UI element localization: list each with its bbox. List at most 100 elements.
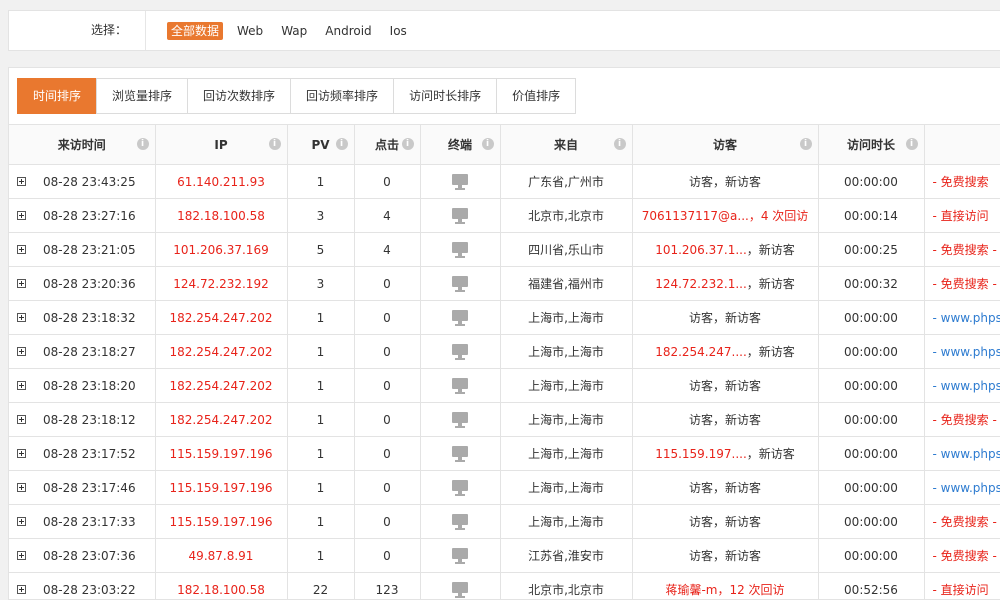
column-header-1[interactable]: IP i xyxy=(155,124,288,165)
table-row[interactable]: 08-28 23:20:36 124.72.232.192 3 0 福建省,福州市 124… xyxy=(9,266,1000,301)
info-icon[interactable]: i xyxy=(335,138,348,150)
sort-tab-5[interactable]: 价值排序 xyxy=(496,78,577,114)
sort-tab-4[interactable]: 访问时长排序 xyxy=(393,78,498,114)
ip-cell[interactable]: 182.254.247.202 xyxy=(155,300,288,335)
visitor-id-link[interactable]: 182.254.247.... xyxy=(655,345,747,359)
column-header-0[interactable]: 来访时间 i xyxy=(9,124,156,165)
info-icon[interactable]: i xyxy=(905,138,918,150)
source-link[interactable]: - www.phps xyxy=(924,470,1000,505)
sort-tab-2[interactable]: 回访次数排序 xyxy=(187,78,292,114)
plus-square-icon[interactable] xyxy=(17,244,26,254)
visitor-cell[interactable]: 访客，新访客 xyxy=(632,504,819,539)
table-row[interactable]: 08-28 23:18:12 182.254.247.202 1 0 上海市,上海市 访客… xyxy=(9,402,1000,437)
plus-square-icon[interactable] xyxy=(17,516,26,526)
table-row[interactable]: 08-28 23:17:46 115.159.197.196 1 0 上海市,上海市 访客… xyxy=(9,470,1000,505)
table-row[interactable]: 08-28 23:07:36 49.87.8.91 1 0 江苏省,淮安市 访客，新访客 0… xyxy=(9,538,1000,573)
info-icon[interactable]: i xyxy=(799,138,812,150)
plus-square-icon[interactable] xyxy=(17,584,26,594)
ip-cell[interactable]: 115.159.197.196 xyxy=(155,436,288,471)
plus-square-icon[interactable] xyxy=(17,550,26,560)
visitor-cell[interactable]: 访客，新访客 xyxy=(632,368,819,403)
source-link[interactable]: - 直接访问 xyxy=(924,198,1000,233)
source-link[interactable]: - 免费搜索 - xyxy=(924,538,1000,573)
visitor-id-link[interactable]: 蒋瑜馨-m，12 次回访 xyxy=(665,583,784,597)
monitor-base xyxy=(455,357,465,360)
column-header-3[interactable]: 点击 i xyxy=(354,124,421,165)
filter-option-1[interactable]: Web xyxy=(233,22,267,40)
visitor-id-link[interactable]: 101.206.37.1... xyxy=(655,243,747,257)
visitor-cell[interactable]: 115.159.197....，新访客 xyxy=(632,436,819,471)
ip-cell[interactable]: 115.159.197.196 xyxy=(155,504,288,539)
source-link[interactable]: - 免费搜索 - xyxy=(924,266,1000,301)
table-header-row: 来访时间 i IP i PV i 点击 i 终端 i 来自 i 访客 i 访问时长 i xyxy=(9,124,1000,165)
visitor-cell[interactable]: 124.72.232.1...，新访客 xyxy=(632,266,819,301)
sort-tab-3[interactable]: 回访频率排序 xyxy=(290,78,395,114)
source-link[interactable]: - 免费搜索 - xyxy=(924,232,1000,267)
visitor-id-link[interactable]: 115.159.197.... xyxy=(655,447,747,461)
source-link[interactable]: - 直接访问 xyxy=(924,572,1000,599)
source-link[interactable]: - www.phps xyxy=(924,368,1000,403)
visitor-cell[interactable]: 访客，新访客 xyxy=(632,300,819,335)
source-link[interactable]: - 免费搜索 xyxy=(924,164,1000,199)
plus-square-icon[interactable] xyxy=(17,380,26,390)
ip-cell[interactable]: 182.254.247.202 xyxy=(155,334,288,369)
column-header-5[interactable]: 来自 i xyxy=(500,124,633,165)
ip-cell[interactable]: 124.72.232.192 xyxy=(155,266,288,301)
visitor-cell[interactable]: 蒋瑜馨-m，12 次回访 xyxy=(632,572,819,599)
visitor-cell[interactable]: 7061137117@a...，4 次回访 xyxy=(632,198,819,233)
table-row[interactable]: 08-28 23:17:52 115.159.197.196 1 0 上海市,上海市 11… xyxy=(9,436,1000,471)
plus-square-icon[interactable] xyxy=(17,448,26,458)
table-row[interactable]: 08-28 23:21:05 101.206.37.169 5 4 四川省,乐山市 101… xyxy=(9,232,1000,267)
visitor-cell[interactable]: 访客，新访客 xyxy=(632,538,819,573)
column-header-4[interactable]: 终端 i xyxy=(420,124,501,165)
sort-tab-1[interactable]: 浏览量排序 xyxy=(96,78,189,114)
plus-square-icon[interactable] xyxy=(17,210,26,220)
plus-square-icon[interactable] xyxy=(17,346,26,356)
source-link[interactable]: - www.phps xyxy=(924,334,1000,369)
ip-cell[interactable]: 182.254.247.202 xyxy=(155,368,288,403)
sort-tab-0[interactable]: 时间排序 xyxy=(17,78,98,114)
info-icon[interactable]: i xyxy=(481,138,494,150)
plus-square-icon[interactable] xyxy=(17,482,26,492)
ip-cell[interactable]: 101.206.37.169 xyxy=(155,232,288,267)
visitor-cell[interactable]: 访客，新访客 xyxy=(632,164,819,199)
column-header-6[interactable]: 访客 i xyxy=(632,124,819,165)
info-icon[interactable]: i xyxy=(268,138,281,150)
table-row[interactable]: 08-28 23:18:32 182.254.247.202 1 0 上海市,上海市 访客… xyxy=(9,300,1000,335)
ip-cell[interactable]: 182.18.100.58 xyxy=(155,198,288,233)
table-row[interactable]: 08-28 23:27:16 182.18.100.58 3 4 北京市,北京市 7061… xyxy=(9,198,1000,233)
visitor-cell[interactable]: 访客，新访客 xyxy=(632,402,819,437)
ip-cell[interactable]: 115.159.197.196 xyxy=(155,470,288,505)
visitor-id-link[interactable]: 7061137117@a...，4 次回访 xyxy=(642,209,809,223)
plus-square-icon[interactable] xyxy=(17,312,26,322)
visitor-id-link[interactable]: 124.72.232.1... xyxy=(655,277,747,291)
ip-cell[interactable]: 182.18.100.58 xyxy=(155,572,288,599)
plus-square-icon[interactable] xyxy=(17,414,26,424)
filter-option-0[interactable]: 全部数据 xyxy=(167,22,224,40)
source-link[interactable]: - www.phps xyxy=(924,436,1000,471)
visitor-cell[interactable]: 101.206.37.1...，新访客 xyxy=(632,232,819,267)
visitor-cell[interactable]: 访客，新访客 xyxy=(632,470,819,505)
source-link[interactable]: - www.phps xyxy=(924,300,1000,335)
filter-option-2[interactable]: Wap xyxy=(277,22,311,40)
column-header-7[interactable]: 访问时长 i xyxy=(818,124,925,165)
filter-option-4[interactable]: Ios xyxy=(386,22,411,40)
table-row[interactable]: 08-28 23:03:22 182.18.100.58 22 123 北京市,北京市 蒋… xyxy=(9,572,1000,599)
table-row[interactable]: 08-28 23:18:20 182.254.247.202 1 0 上海市,上海市 访客… xyxy=(9,368,1000,403)
column-header-2[interactable]: PV i xyxy=(287,124,355,165)
table-row[interactable]: 08-28 23:43:25 61.140.211.93 1 0 广东省,广州市 访客，新… xyxy=(9,164,1000,199)
plus-square-icon[interactable] xyxy=(17,176,26,186)
source-link[interactable]: - 免费搜索 - xyxy=(924,504,1000,539)
filter-option-3[interactable]: Android xyxy=(321,22,375,40)
visitor-cell[interactable]: 182.254.247....，新访客 xyxy=(632,334,819,369)
info-icon[interactable]: i xyxy=(136,138,149,150)
table-row[interactable]: 08-28 23:17:33 115.159.197.196 1 0 上海市,上海市 访客… xyxy=(9,504,1000,539)
ip-cell[interactable]: 182.254.247.202 xyxy=(155,402,288,437)
table-row[interactable]: 08-28 23:18:27 182.254.247.202 1 0 上海市,上海市 18… xyxy=(9,334,1000,369)
plus-square-icon[interactable] xyxy=(17,278,26,288)
source-link[interactable]: - 免费搜索 - xyxy=(924,402,1000,437)
ip-cell[interactable]: 61.140.211.93 xyxy=(155,164,288,199)
info-icon[interactable]: i xyxy=(401,138,414,150)
info-icon[interactable]: i xyxy=(613,138,626,150)
ip-cell[interactable]: 49.87.8.91 xyxy=(155,538,288,573)
